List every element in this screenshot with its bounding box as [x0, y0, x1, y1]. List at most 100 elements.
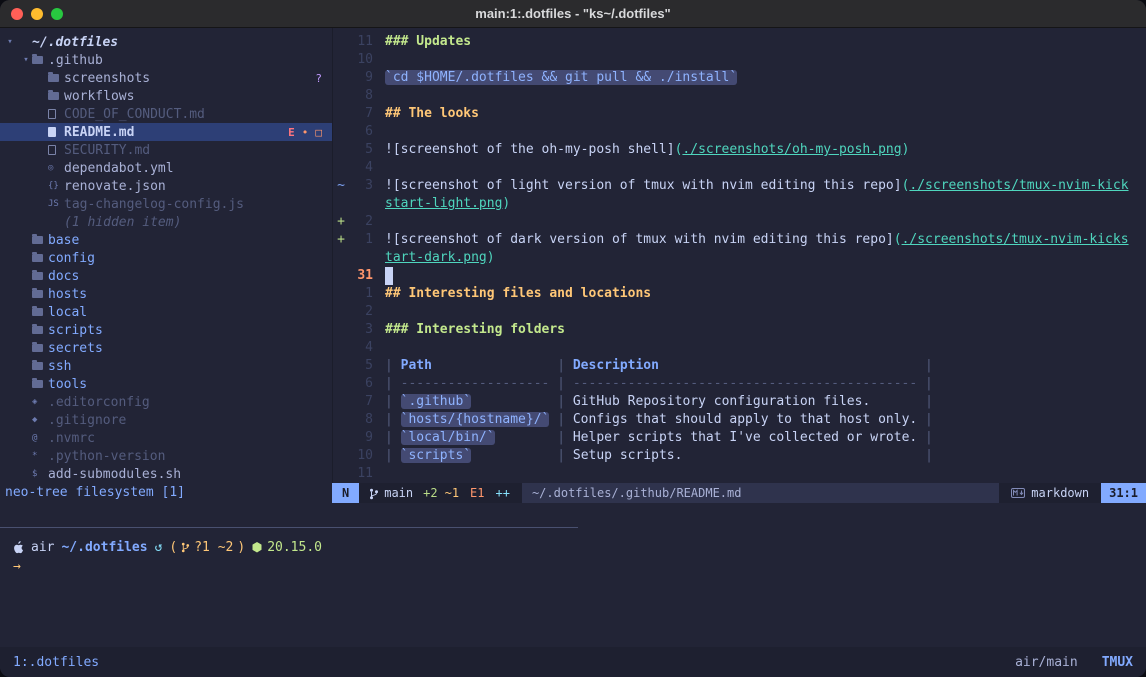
- tree-item-code-of-conduct[interactable]: CODE_OF_CONDUCT.md: [0, 105, 332, 123]
- editor-line[interactable]: 6: [333, 123, 1146, 141]
- gutter-spacer: [333, 159, 349, 177]
- tree-item-renovate[interactable]: {}renovate.json: [0, 177, 332, 195]
- editor-line[interactable]: 4: [333, 339, 1146, 357]
- chevron-down-icon[interactable]: ▾: [20, 55, 32, 65]
- prompt-git-status: ( ?1 ~2 ): [169, 538, 245, 557]
- tree-item-readme[interactable]: README.mdE•□: [0, 123, 332, 141]
- diff-changed: ~1: [445, 486, 459, 500]
- line-number: 2: [349, 213, 373, 231]
- editor-line[interactable]: start-light.png): [333, 195, 1146, 213]
- tmux-window-label[interactable]: 1:.dotfiles: [13, 655, 99, 670]
- tmux-statusbar: 1:.dotfiles air/main TMUX: [0, 647, 1146, 677]
- chevron-down-icon[interactable]: ▾: [4, 37, 16, 47]
- tree-item-workflows-dir[interactable]: workflows: [0, 87, 332, 105]
- editor-line[interactable]: 5| Path | Description |: [333, 357, 1146, 375]
- tree-item-gitignore[interactable]: ◆.gitignore: [0, 411, 332, 429]
- tree-item-label: (1 hidden item): [64, 215, 181, 230]
- tree-item-tools-dir[interactable]: tools: [0, 375, 332, 393]
- tree-item-github-dir[interactable]: ▾.github: [0, 51, 332, 69]
- gutter-spacer: [333, 447, 349, 465]
- editor-line[interactable]: 11### Updates: [333, 33, 1146, 51]
- braces-icon: {}: [48, 181, 64, 191]
- editor-line[interactable]: +2: [333, 213, 1146, 231]
- git-branch[interactable]: main: [359, 486, 423, 500]
- gutter-spacer: [333, 87, 349, 105]
- file-icon: [48, 145, 64, 155]
- tree-item-dependabot[interactable]: ◎dependabot.yml: [0, 159, 332, 177]
- tree-item-python-version[interactable]: *.python-version: [0, 447, 332, 465]
- line-number: 1: [349, 231, 373, 249]
- tree-item-screenshots-dir[interactable]: screenshots?: [0, 69, 332, 87]
- diagnostics-errors: E1: [470, 486, 484, 500]
- neotree-statusline: neo-tree filesystem [1]: [0, 483, 332, 503]
- tree-item-scripts-dir[interactable]: scripts: [0, 321, 332, 339]
- diff-added: +2: [423, 486, 437, 500]
- statusline: N main +2 ~1 E1 ++ ~/.dotfiles/.github/R…: [332, 483, 1146, 503]
- tree-item-editorconfig[interactable]: ◈.editorconfig: [0, 393, 332, 411]
- editor-line[interactable]: +1![screenshot of dark version of tmux w…: [333, 231, 1146, 249]
- tree-item-security[interactable]: SECURITY.md: [0, 141, 332, 159]
- editor-line[interactable]: 7## The looks: [333, 105, 1146, 123]
- tree-item-label: secrets: [48, 341, 103, 356]
- terminal-shell-pane[interactable]: air ~/.dotfiles ↺ ( ?1 ~2 ) 20.15.0 →: [0, 528, 1146, 647]
- tree-item-label: local: [48, 305, 87, 320]
- gutter-spacer: [333, 375, 349, 393]
- text-cursor: [385, 267, 393, 285]
- gutter-spacer: [333, 285, 349, 303]
- tree-item-label: base: [48, 233, 79, 248]
- line-number: 10: [349, 447, 373, 465]
- git-status-badge: E: [288, 126, 295, 139]
- line-text: | `.github` | GitHub Repository configur…: [385, 393, 933, 411]
- tree-item-label: renovate.json: [64, 179, 166, 194]
- editor-line[interactable]: 8: [333, 87, 1146, 105]
- tree-item-hosts-dir[interactable]: hosts: [0, 285, 332, 303]
- gutter-spacer: [333, 465, 349, 483]
- editor-line[interactable]: 2: [333, 303, 1146, 321]
- line-text: tart-dark.png): [385, 249, 495, 267]
- editor-line[interactable]: 6| ------------------- | ---------------…: [333, 375, 1146, 393]
- editor-line[interactable]: 10| `scripts` | Setup scripts. |: [333, 447, 1146, 465]
- tree-item-dotfiles-root[interactable]: ▾~/.dotfiles: [0, 33, 332, 51]
- tree-item-ssh-dir[interactable]: ssh: [0, 357, 332, 375]
- tree-item-base-dir[interactable]: base: [0, 231, 332, 249]
- terminal-window: main:1:.dotfiles - "ks~/.dotfiles" ▾~/.d…: [0, 0, 1146, 677]
- close-button[interactable]: [11, 8, 23, 20]
- editor-line[interactable]: 8| `hosts/{hostname}/` | Configs that sh…: [333, 411, 1146, 429]
- tree-item-add-submodules[interactable]: $add-submodules.sh: [0, 465, 332, 483]
- editor-line[interactable]: 7| `.github` | GitHub Repository configu…: [333, 393, 1146, 411]
- editor-line[interactable]: 9| `local/bin/` | Helper scripts that I'…: [333, 429, 1146, 447]
- editor-line[interactable]: 11: [333, 465, 1146, 483]
- shell-input-line[interactable]: →: [13, 557, 1146, 576]
- tree-item-config-dir[interactable]: config: [0, 249, 332, 267]
- zoom-button[interactable]: [51, 8, 63, 20]
- neo-tree-sidebar[interactable]: ▾~/.dotfiles▾.githubscreenshots?workflow…: [0, 28, 332, 483]
- pane-divider[interactable]: [0, 527, 1146, 528]
- tree-item-tag-changelog[interactable]: JStag-changelog-config.js: [0, 195, 332, 213]
- line-text: ## The looks: [385, 105, 479, 123]
- editor-line[interactable]: 4: [333, 159, 1146, 177]
- editor-line[interactable]: 5![screenshot of the oh-my-posh shell](.…: [333, 141, 1146, 159]
- line-text: start-light.png): [385, 195, 510, 213]
- branch-icon: [369, 486, 379, 500]
- titlebar[interactable]: main:1:.dotfiles - "ks~/.dotfiles": [0, 0, 1146, 28]
- gutter-spacer: [333, 321, 349, 339]
- tree-item-nvmrc[interactable]: @.nvmrc: [0, 429, 332, 447]
- folder-icon: [32, 236, 48, 244]
- editor-line[interactable]: 9`cd $HOME/.dotfiles && git pull && ./in…: [333, 69, 1146, 87]
- editor-line[interactable]: ~3![screenshot of light version of tmux …: [333, 177, 1146, 195]
- editor-line[interactable]: 31: [333, 267, 1146, 285]
- file-path[interactable]: ~/.dotfiles/.github/README.md: [522, 483, 999, 503]
- editor-line[interactable]: 3### Interesting folders: [333, 321, 1146, 339]
- editor-line[interactable]: 1## Interesting files and locations: [333, 285, 1146, 303]
- editor-line[interactable]: 10: [333, 51, 1146, 69]
- minimize-button[interactable]: [31, 8, 43, 20]
- tree-item-hidden-count[interactable]: (1 hidden item): [0, 213, 332, 231]
- editor-pane[interactable]: 11### Updates 10 9`cd $HOME/.dotfiles &&…: [332, 28, 1146, 483]
- tree-item-label: .python-version: [48, 449, 165, 464]
- tree-item-docs-dir[interactable]: docs: [0, 267, 332, 285]
- tree-item-local-dir[interactable]: local: [0, 303, 332, 321]
- tree-item-secrets-dir[interactable]: secrets: [0, 339, 332, 357]
- gutter-spacer: [333, 339, 349, 357]
- branch-icon: [181, 538, 190, 557]
- editor-line[interactable]: tart-dark.png): [333, 249, 1146, 267]
